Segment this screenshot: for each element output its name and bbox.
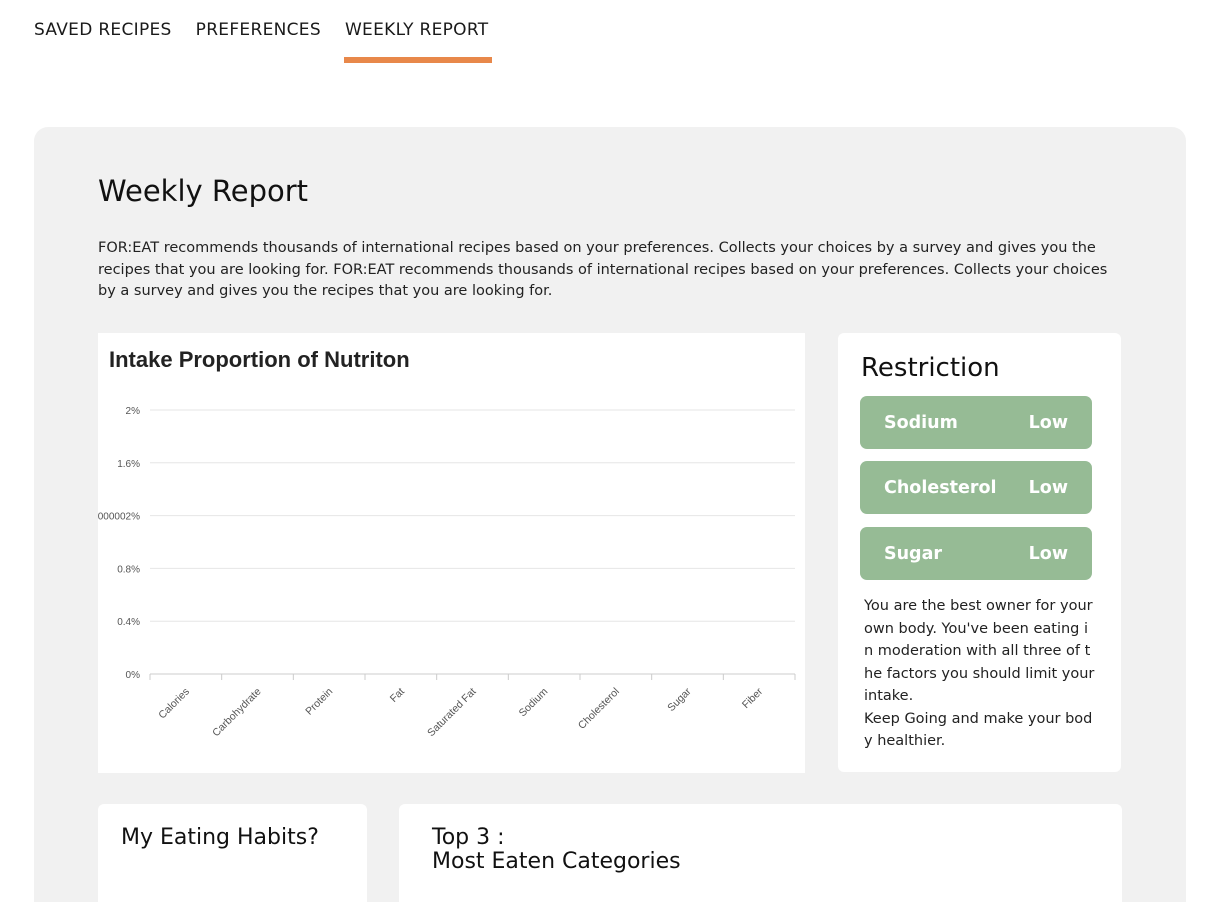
top3-title-line1: Top 3 : (432, 825, 505, 850)
x-tick-label: Fiber (740, 685, 766, 711)
nutrition-chart-card: 0% 0.4% 0.8% 000002% 1.6% 2% Calories Carbohydr… (98, 333, 805, 773)
tab-preferences[interactable]: PREFERENCES (196, 18, 321, 63)
y-tick-label: 2% (126, 406, 141, 417)
report-description: FOR:EAT recommends thousands of internat… (98, 240, 1108, 299)
restriction-level: Low (1028, 477, 1068, 498)
x-tick-label: Carbohydrate (210, 686, 264, 740)
nutrition-chart: 0% 0.4% 0.8% 000002% 1.6% 2% Calories Carbohydr… (98, 406, 796, 740)
chart-title: Intake Proportion of Nutriton (109, 347, 410, 372)
restriction-level: Low (1028, 543, 1068, 564)
restriction-message: You are the best owner for your own body… (864, 598, 1095, 749)
eating-habits-card: My Eating Habits? (98, 804, 367, 902)
x-tick-label: Fat (388, 686, 407, 705)
page-title: Weekly Report (98, 174, 309, 208)
top3-card: Top 3 : Most Eaten Categories (399, 804, 1122, 902)
x-tick-label: Sugar (665, 685, 694, 714)
restriction-name: Sodium (884, 412, 958, 433)
y-tick-label: 000002% (98, 512, 140, 523)
tab-bar: SAVED RECIPES PREFERENCES WEEKLY REPORT (34, 18, 512, 63)
top3-title-line2: Most Eaten Categories (432, 849, 681, 874)
restriction-item-sodium: Sodium Low (860, 396, 1092, 449)
x-tick-label: Calories (156, 686, 192, 722)
restriction-level: Low (1028, 412, 1068, 433)
y-tick-label: 0.4% (117, 617, 140, 628)
y-tick-label: 0.8% (117, 564, 140, 575)
tab-saved-recipes[interactable]: SAVED RECIPES (34, 18, 172, 63)
restriction-item-sugar: Sugar Low (860, 527, 1092, 580)
weekly-report-panel: Weekly Report FOR:EAT recommends thousan… (34, 127, 1186, 902)
restriction-name: Cholesterol (884, 477, 997, 498)
tab-weekly-report[interactable]: WEEKLY REPORT (343, 18, 492, 63)
x-tick-label: Saturated Fat (425, 686, 479, 740)
x-tick-label: Cholesterol (576, 686, 622, 732)
restriction-card: Restriction Sodium Low Cholesterol Low S… (838, 333, 1121, 772)
x-tick-label: Protein (303, 686, 335, 718)
y-tick-label: 1.6% (117, 459, 140, 470)
y-tick-label: 0% (126, 670, 141, 681)
restriction-item-cholesterol: Cholesterol Low (860, 461, 1092, 514)
restriction-name: Sugar (884, 543, 943, 564)
top3-title: Top 3 : Most Eaten Categories (432, 826, 681, 874)
x-tick-label: Sodium (517, 685, 551, 719)
eating-habits-title: My Eating Habits? (121, 825, 319, 850)
restriction-title: Restriction (861, 353, 1000, 383)
